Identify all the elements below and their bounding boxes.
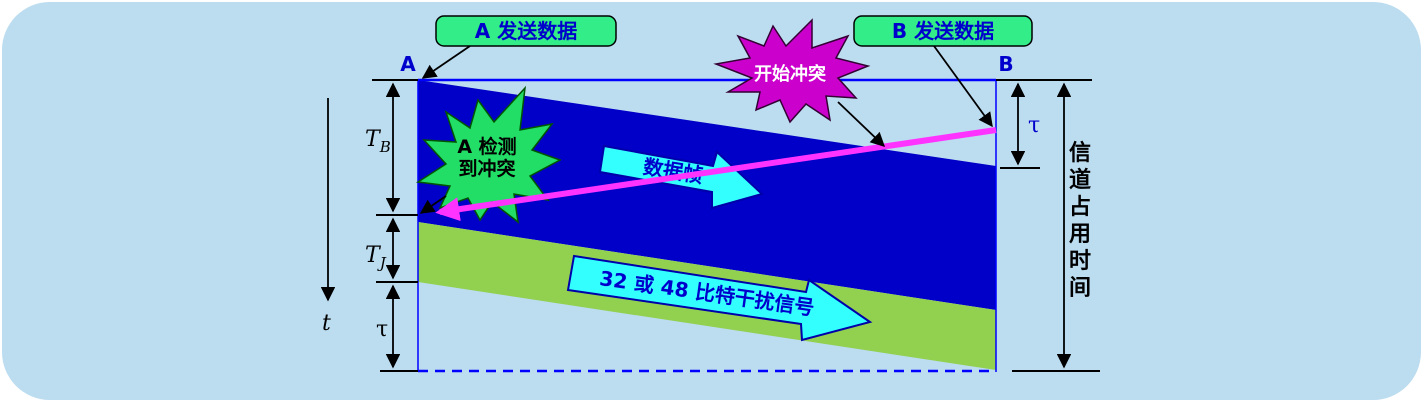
channel-time-char-5: 间 [1069, 276, 1091, 301]
channel-time-char-3: 用 [1069, 222, 1091, 247]
channel-time-char-1: 道 [1069, 167, 1091, 193]
channel-time-char-2: 占 [1069, 195, 1091, 220]
tau-bottom-label: τ [376, 317, 388, 342]
channel-time-char-4: 时 [1069, 249, 1091, 274]
station-a-label: A [400, 52, 416, 76]
tau-label: τ [1028, 113, 1040, 138]
a-detects-label-line1: A 检测 [457, 135, 516, 158]
station-b-label: B [998, 52, 1013, 76]
collision-start-label: 开始冲突 [754, 63, 826, 85]
diagram-canvas: 数据帧 32 或 48 比特干扰信号 A 检测 到冲突 开始冲突 A 发送数据 … [2, 2, 1421, 400]
tb-sub: B [379, 138, 391, 156]
a-detects-label-line2: 到冲突 [458, 157, 515, 180]
time-axis-label: t [322, 311, 331, 336]
b-sends-label: B 发送数据 [892, 19, 994, 43]
a-sends-label: A 发送数据 [475, 19, 577, 43]
csma-cd-timing-diagram: 数据帧 32 或 48 比特干扰信号 A 检测 到冲突 开始冲突 A 发送数据 … [0, 0, 1423, 402]
channel-time-char-0: 信 [1069, 140, 1091, 166]
